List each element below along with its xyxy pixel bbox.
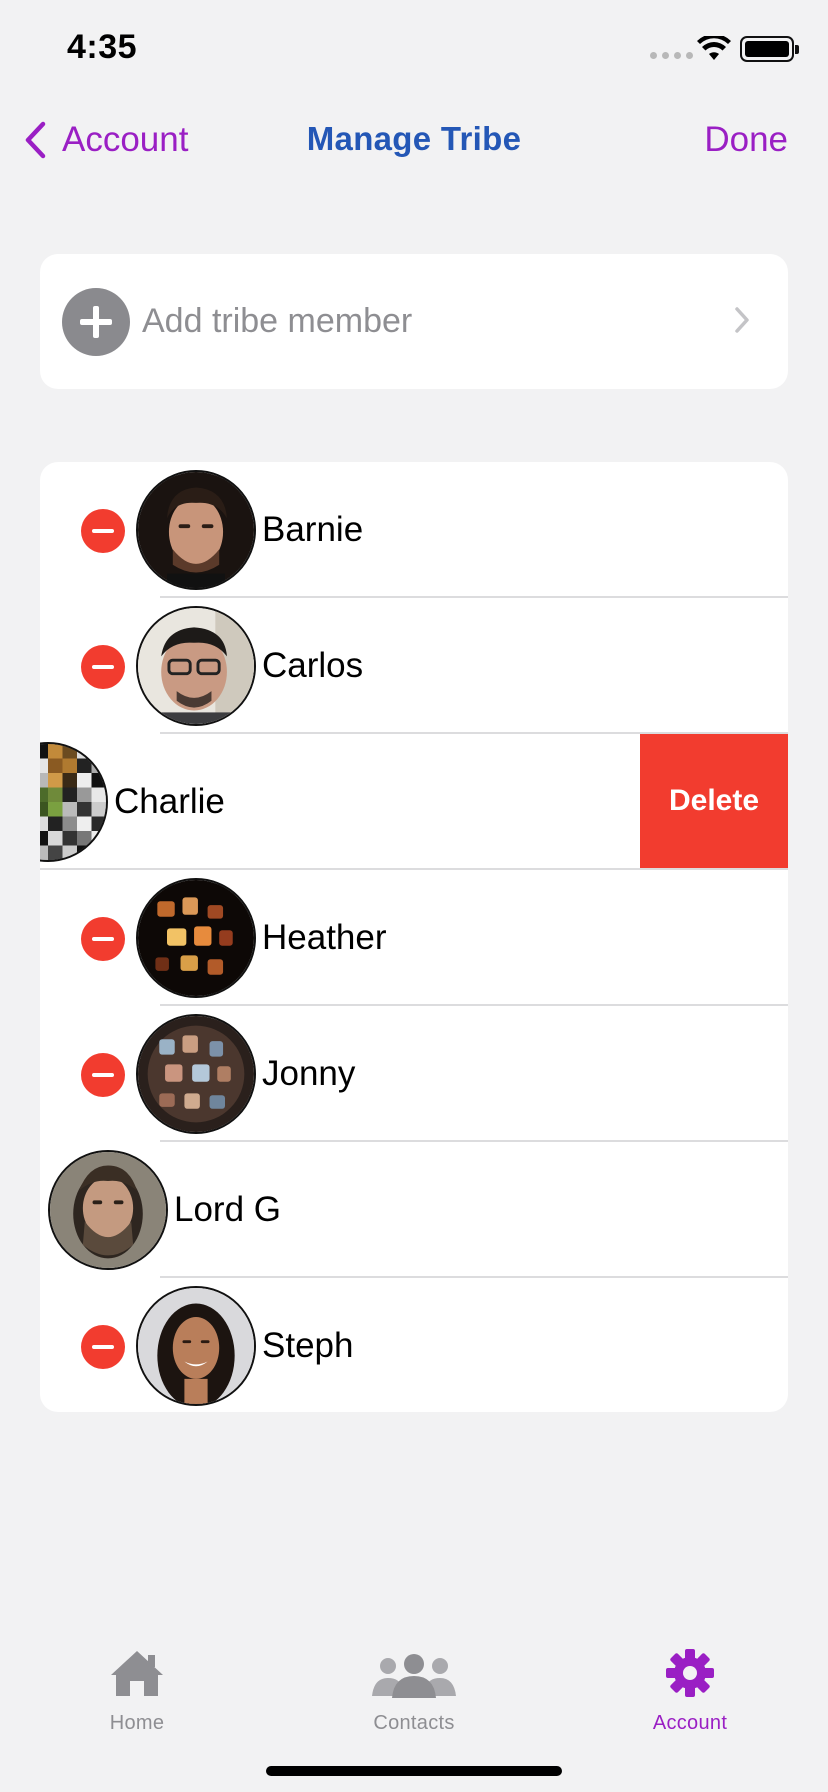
avatar[interactable]: [136, 606, 256, 726]
tab-account-label: Account: [652, 1712, 728, 1734]
member-name: Jonny: [262, 1054, 356, 1093]
delete-button[interactable]: Delete: [640, 734, 788, 868]
tab-home-label: Home: [109, 1712, 165, 1734]
remove-member-button[interactable]: [81, 645, 125, 689]
gear-icon: [600, 1638, 780, 1698]
plus-circle-icon: [62, 288, 130, 356]
battery-icon: [740, 36, 799, 62]
avatar[interactable]: [136, 1286, 256, 1406]
remove-member-button[interactable]: [81, 509, 125, 553]
tribe-member-list: Barnie Carlos Charlie Delete Heather Jon…: [40, 462, 788, 1412]
avatar[interactable]: [48, 1150, 168, 1270]
cellular-signal-icon: [650, 52, 693, 59]
wifi-icon: [697, 33, 731, 67]
avatar[interactable]: [136, 878, 256, 998]
avatar[interactable]: [136, 1014, 256, 1134]
remove-member-button[interactable]: [81, 1325, 125, 1369]
home-icon: [47, 1638, 227, 1698]
member-name: Heather: [262, 918, 387, 957]
navigation-bar: Account Manage Tribe Done: [0, 100, 828, 180]
tab-home[interactable]: Home: [47, 1638, 227, 1735]
avatar[interactable]: [136, 470, 256, 590]
list-item: Heather: [40, 870, 788, 1006]
member-name: Steph: [262, 1326, 354, 1365]
list-item-swiped[interactable]: Charlie Delete: [40, 734, 788, 870]
tab-contacts[interactable]: Contacts: [324, 1638, 504, 1735]
add-tribe-member-row[interactable]: Add tribe member: [40, 254, 788, 389]
list-item: Lord G: [40, 1142, 788, 1278]
list-item: Barnie: [40, 462, 788, 598]
list-item: Jonny: [40, 1006, 788, 1142]
remove-member-button[interactable]: [81, 917, 125, 961]
done-button[interactable]: Done: [704, 120, 788, 160]
status-bar: 4:35: [0, 0, 828, 100]
remove-member-button[interactable]: [81, 1053, 125, 1097]
list-item: Carlos: [40, 598, 788, 734]
home-indicator[interactable]: [266, 1766, 562, 1776]
member-name: Lord G: [174, 1190, 281, 1229]
member-name: Barnie: [262, 510, 364, 549]
list-item: Steph: [40, 1278, 788, 1412]
tab-account[interactable]: Account: [600, 1638, 780, 1735]
member-name: Carlos: [262, 646, 364, 685]
status-time: 4:35: [67, 28, 138, 66]
chevron-right-icon: [735, 307, 749, 333]
tab-bar: Home Contacts Account: [0, 1620, 828, 1740]
member-name: Charlie: [114, 782, 225, 821]
tab-contacts-label: Contacts: [373, 1712, 455, 1734]
contacts-icon: [324, 1638, 504, 1698]
avatar[interactable]: [40, 742, 108, 862]
add-tribe-member-label: Add tribe member: [142, 302, 413, 340]
